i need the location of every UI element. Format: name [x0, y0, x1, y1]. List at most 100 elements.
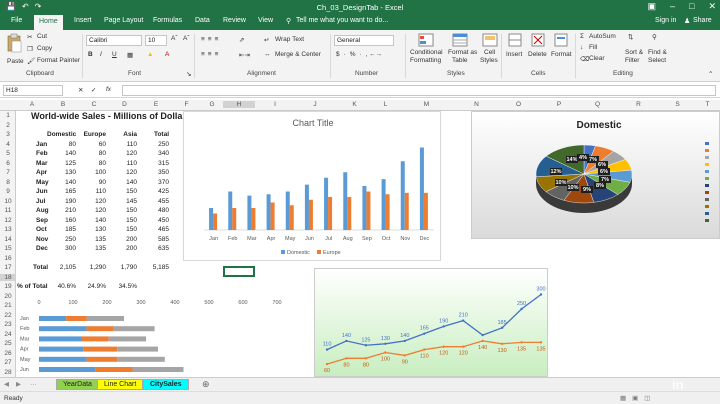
tab-home[interactable]: Home	[34, 15, 63, 30]
horizontal-align-icons[interactable]: ≡≡≡	[201, 51, 221, 58]
tab-review[interactable]: Review	[223, 17, 246, 24]
clear-icon[interactable]: ⌫	[580, 55, 589, 63]
bold-button[interactable]: B	[88, 51, 93, 58]
format-as-table-button-2[interactable]: Table	[452, 57, 468, 64]
column-header-p[interactable]: P	[540, 101, 578, 108]
name-box[interactable]: H18	[3, 85, 63, 96]
underline-button[interactable]: U	[112, 51, 117, 58]
column-header-c[interactable]: C	[79, 101, 109, 108]
find-select-icon[interactable]: ⚲	[652, 33, 657, 41]
row-header-9[interactable]: 9	[0, 188, 16, 195]
column-header-t[interactable]: T	[695, 101, 720, 108]
merge-icon[interactable]: ↔	[264, 51, 271, 58]
row-header-11[interactable]: 11	[0, 207, 16, 214]
row-header-12[interactable]: 12	[0, 217, 16, 224]
row-header-26[interactable]: 26	[0, 350, 16, 357]
row-header-27[interactable]: 27	[0, 359, 16, 366]
conditional-formatting-button-2[interactable]: Formatting	[410, 57, 441, 64]
pie-chart[interactable]: Domestic 14% 4% 7% 6% 6% 7% 8% 9% 10% 10% 12%	[471, 111, 720, 239]
find-select-button-2[interactable]: Select	[648, 57, 666, 64]
row-header-28[interactable]: 28	[0, 369, 16, 376]
column-header-a[interactable]: A	[17, 101, 47, 108]
sheet-tab-yeardata[interactable]: YearData	[56, 379, 99, 390]
clear-button[interactable]: Clear	[589, 55, 605, 62]
cut-icon[interactable]: ✂	[27, 33, 32, 41]
row-header-6[interactable]: 6	[0, 160, 16, 167]
format-button[interactable]: Format	[551, 51, 572, 58]
column-header-b[interactable]: B	[47, 101, 79, 108]
fill-icon[interactable]: ↓	[580, 44, 583, 51]
row-header-1[interactable]: 1	[0, 112, 16, 119]
tab-data[interactable]: Data	[195, 17, 210, 24]
copy-icon[interactable]: ❐	[27, 45, 33, 53]
row-header-13[interactable]: 13	[0, 226, 16, 233]
row-header-22[interactable]: 22	[0, 312, 16, 319]
cell-styles-button-2[interactable]: Styles	[480, 57, 498, 64]
column-chart[interactable]: Chart Title Jan Feb Mar Apr May Jun Jul Aug Sep Oc…	[183, 111, 441, 261]
paste-button[interactable]: Paste	[7, 58, 24, 65]
column-header-g[interactable]: G	[201, 101, 223, 108]
row-header-5[interactable]: 5	[0, 150, 16, 157]
increase-font-icon[interactable]: Aˆ	[171, 35, 178, 42]
tab-page-layout[interactable]: Page Layout	[104, 17, 143, 24]
row-header-10[interactable]: 10	[0, 198, 16, 205]
scroll-left-icon[interactable]: ◀	[4, 380, 9, 388]
tab-insert[interactable]: Insert	[74, 17, 92, 24]
autosum-button[interactable]: AutoSum	[589, 33, 616, 40]
format-cells-icon[interactable]	[554, 33, 568, 47]
cell-styles-icon[interactable]	[482, 33, 498, 47]
confirm-formula-icon[interactable]: ✓	[91, 86, 96, 94]
row-header-16[interactable]: 16	[0, 255, 16, 262]
number-format-select[interactable]: General	[334, 35, 394, 46]
row-header-3[interactable]: 3	[0, 131, 16, 138]
wrap-text-button[interactable]: Wrap Text	[275, 36, 304, 43]
line-chart[interactable]: 110 140 125 130 140 165 190 210 185 250 300 60 80 80 1…	[314, 268, 548, 377]
indent-icons[interactable]: ⇤⇥	[239, 51, 250, 59]
formula-input[interactable]	[122, 85, 716, 96]
row-header-8[interactable]: 8	[0, 179, 16, 186]
fx-icon[interactable]: fx	[106, 86, 111, 93]
column-header-i[interactable]: I	[255, 101, 295, 108]
collapse-ribbon-icon[interactable]: ⌃	[708, 70, 713, 78]
sort-filter-button-2[interactable]: Filter	[625, 57, 639, 64]
sheet-tab-citysales[interactable]: CitySales	[143, 379, 189, 390]
font-size-select[interactable]: 10	[145, 35, 167, 46]
column-header-o[interactable]: O	[497, 101, 540, 108]
row-header-19[interactable]: 19	[0, 283, 16, 290]
cell-styles-button[interactable]: Cell	[484, 49, 495, 56]
row-header-20[interactable]: 20	[0, 293, 16, 300]
column-header-k[interactable]: K	[335, 101, 374, 108]
column-header-d[interactable]: D	[109, 101, 140, 108]
sheet-tab-line-chart[interactable]: Line Chart	[97, 379, 144, 390]
signin-link[interactable]: Sign in	[655, 17, 676, 24]
column-header-r[interactable]: R	[617, 101, 660, 108]
delete-cells-icon[interactable]	[531, 33, 545, 47]
top-align-icons[interactable]: ≡≡≡	[201, 36, 221, 43]
column-header-j[interactable]: J	[295, 101, 335, 108]
minimize-button[interactable]: –	[670, 1, 675, 12]
horizontal-bar-chart[interactable]: 0 100 200 300 400 500 600 700 Jan Feb Mar Apr May Jun	[17, 296, 311, 377]
row-header-24[interactable]: 24	[0, 331, 16, 338]
more-sheets-icon[interactable]: …	[30, 380, 37, 387]
ribbon-options-icon[interactable]: ▣	[647, 1, 656, 12]
font-name-select[interactable]: Calibri	[86, 35, 142, 46]
add-sheet-icon[interactable]: ⊕	[202, 379, 210, 390]
autosum-icon[interactable]: Σ	[580, 33, 584, 40]
row-header-25[interactable]: 25	[0, 340, 16, 347]
borders-icon[interactable]: ▦	[127, 51, 133, 59]
delete-button[interactable]: Delete	[528, 51, 547, 58]
format-painter-icon[interactable]: 🖌	[27, 57, 35, 65]
column-header-s[interactable]: S	[660, 101, 695, 108]
row-header-2[interactable]: 2	[0, 122, 16, 129]
italic-button[interactable]: I	[100, 51, 102, 58]
row-header-15[interactable]: 15	[0, 245, 16, 252]
tell-me-search[interactable]: Tell me what you want to do...	[296, 17, 388, 24]
tab-file[interactable]: File	[11, 17, 22, 24]
maximize-button[interactable]: □	[689, 1, 694, 12]
column-header-q[interactable]: Q	[578, 101, 617, 108]
column-header-n[interactable]: N	[456, 101, 497, 108]
row-header-18[interactable]: 18	[0, 273, 16, 281]
row-header-21[interactable]: 21	[0, 302, 16, 309]
font-color-icon[interactable]: A	[165, 51, 169, 58]
wrap-text-icon[interactable]: ↵	[264, 36, 269, 44]
